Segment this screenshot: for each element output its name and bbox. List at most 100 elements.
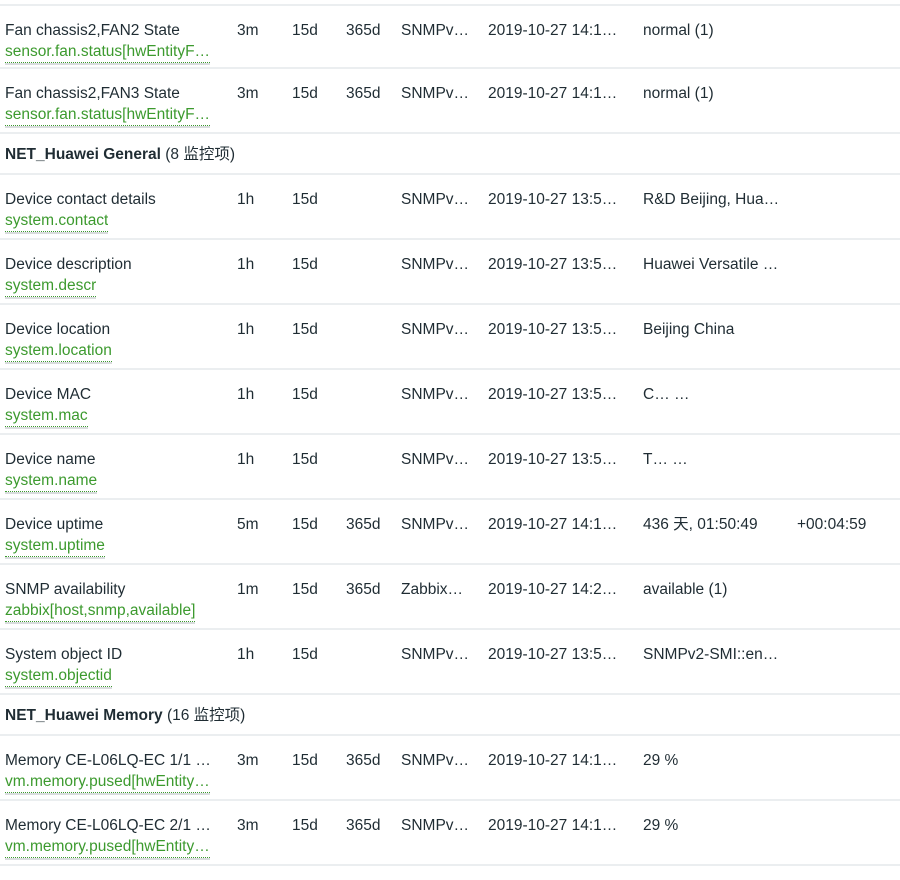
table-row: Device MAC system.mac 1h 15d SNMPv… 2019-10-2…	[0, 370, 900, 435]
item-interval: 3m	[237, 817, 259, 834]
item-key-link[interactable]: zabbix[host,snmp,available]	[5, 601, 196, 622]
item-key-link[interactable]: system.mac	[5, 406, 88, 427]
table-row: Memory CE-L06LQ-EC 1/1 … vm.memory.pused[…	[0, 736, 900, 801]
item-interval: 1m	[237, 581, 259, 598]
table-row: Device contact details system.contact 1h 15…	[0, 175, 900, 240]
item-name-cell: Device uptime system.uptime	[5, 514, 225, 564]
item-change: +00:04:59	[797, 516, 867, 533]
item-interval: 3m	[237, 85, 259, 102]
item-last-check: 2019-10-27 14:1…	[488, 817, 618, 834]
item-interval: 1h	[237, 321, 255, 338]
item-trends: 365d	[346, 817, 381, 834]
item-interval: 1h	[237, 191, 255, 208]
group-header-row: NET_Huawei General (8 监控项)	[0, 134, 900, 175]
item-name: System object ID	[5, 646, 123, 663]
item-interval: 1h	[237, 646, 255, 663]
item-last-value: Huawei Versatile …	[643, 256, 779, 273]
table-row: Device description system.descr 1h 15d SNMPv…	[0, 240, 900, 305]
item-name-cell: Fan chassis2,FAN3 State sensor.fan.status…	[5, 83, 225, 133]
item-name-cell: Device MAC system.mac	[5, 384, 225, 434]
item-trends: 365d	[346, 581, 381, 598]
item-key-link[interactable]: sensor.fan.status[hwEntityF…	[5, 42, 211, 63]
item-name-cell: Fan chassis2,FAN2 State sensor.fan.status…	[5, 20, 225, 70]
item-last-value: SNMPv2-SMI::en…	[643, 646, 779, 663]
item-history: 15d	[292, 22, 318, 39]
item-name: Fan chassis2,FAN2 State	[5, 22, 180, 39]
item-last-check: 2019-10-27 13:5…	[488, 646, 618, 663]
item-trends: 365d	[346, 22, 381, 39]
item-last-check: 2019-10-27 14:1…	[488, 85, 618, 102]
item-name-cell: Device name system.name	[5, 449, 225, 499]
item-interval: 5m	[237, 516, 259, 533]
item-name: Device MAC	[5, 386, 92, 403]
item-last-value: 436 天, 01:50:49	[643, 516, 758, 533]
item-key-link[interactable]: system.uptime	[5, 536, 105, 557]
item-name-cell: Device contact details system.contact	[5, 189, 225, 239]
group-header[interactable]: NET_Huawei Memory (16 监控项)	[5, 705, 605, 727]
item-name: Device contact details	[5, 191, 156, 208]
table-row: Memory CE-L06LQ-EC 2/1 … vm.memory.pused[…	[0, 801, 900, 866]
item-last-value: normal (1)	[643, 22, 714, 39]
item-interval: 1h	[237, 256, 255, 273]
item-interval: 1h	[237, 386, 255, 403]
item-name: Device uptime	[5, 516, 104, 533]
item-last-check: 2019-10-27 13:5…	[488, 191, 618, 208]
item-name: Device location	[5, 321, 111, 338]
item-history: 15d	[292, 752, 318, 769]
item-last-value: 29 %	[643, 817, 679, 834]
item-type: SNMPv…	[401, 646, 470, 663]
item-key-link[interactable]: system.location	[5, 341, 112, 362]
item-type: SNMPv…	[401, 752, 470, 769]
table-row: SNMP availability zabbix[host,snmp,availa…	[0, 565, 900, 630]
item-last-value: available (1)	[643, 581, 728, 598]
item-history: 15d	[292, 581, 318, 598]
item-key-link[interactable]: vm.memory.pused[hwEntity…	[5, 837, 210, 858]
item-type: SNMPv…	[401, 256, 470, 273]
item-last-check: 2019-10-27 14:1…	[488, 516, 618, 533]
item-history: 15d	[292, 191, 318, 208]
item-name-cell: Memory CE-L06LQ-EC 2/1 … vm.memory.pused[…	[5, 815, 225, 865]
item-name-cell: Memory CE-L06LQ-EC 1/1 … vm.memory.pused[…	[5, 750, 225, 800]
item-type: SNMPv…	[401, 817, 470, 834]
item-history: 15d	[292, 386, 318, 403]
table-row: Device name system.name 1h 15d SNMPv… 2019-10…	[0, 435, 900, 500]
item-last-value: C… …	[643, 386, 690, 403]
item-last-value: Beijing China	[643, 321, 735, 338]
group-item-count: (8 监控项)	[165, 146, 235, 163]
item-type: SNMPv…	[401, 321, 470, 338]
table-row: Device uptime system.uptime 5m 15d 365d SNMPv…	[0, 500, 900, 565]
item-type: SNMPv…	[401, 386, 470, 403]
item-trends: 365d	[346, 516, 381, 533]
item-key-link[interactable]: sensor.fan.status[hwEntityF…	[5, 105, 211, 126]
group-name: NET_Huawei Memory	[5, 707, 163, 724]
item-last-value: T… …	[643, 451, 688, 468]
item-name: Fan chassis2,FAN3 State	[5, 85, 180, 102]
table-row: Fan chassis2,FAN2 State sensor.fan.status…	[0, 4, 900, 69]
group-header-row: NET_Huawei Memory (16 监控项)	[0, 695, 900, 736]
item-name-cell: SNMP availability zabbix[host,snmp,availa…	[5, 579, 225, 629]
item-key-link[interactable]: system.descr	[5, 276, 97, 297]
item-key-link[interactable]: system.objectid	[5, 666, 112, 687]
item-key-link[interactable]: vm.memory.pused[hwEntity…	[5, 772, 210, 793]
item-key-link[interactable]: system.name	[5, 471, 98, 492]
group-item-count: (16 监控项)	[166, 707, 246, 724]
item-last-check: 2019-10-27 13:5…	[488, 386, 618, 403]
item-name-cell: Device description system.descr	[5, 254, 225, 304]
item-name-cell: System object ID system.objectid	[5, 644, 225, 694]
item-type: Zabbix…	[401, 581, 464, 598]
item-type: SNMPv…	[401, 516, 470, 533]
item-key-link[interactable]: system.contact	[5, 211, 109, 232]
item-interval: 1h	[237, 451, 255, 468]
item-name: Memory CE-L06LQ-EC 2/1 …	[5, 817, 211, 834]
item-name-cell: Device location system.location	[5, 319, 225, 369]
group-header[interactable]: NET_Huawei General (8 监控项)	[5, 144, 605, 166]
item-interval: 3m	[237, 752, 259, 769]
group-name: NET_Huawei General	[5, 146, 161, 163]
item-type: SNMPv…	[401, 191, 470, 208]
item-history: 15d	[292, 817, 318, 834]
item-last-check: 2019-10-27 13:5…	[488, 451, 618, 468]
item-last-check: 2019-10-27 14:1…	[488, 22, 618, 39]
item-type: SNMPv…	[401, 451, 470, 468]
item-type: SNMPv…	[401, 85, 470, 102]
latest-data-table: Fan chassis2,FAN2 State sensor.fan.status…	[0, 4, 900, 866]
